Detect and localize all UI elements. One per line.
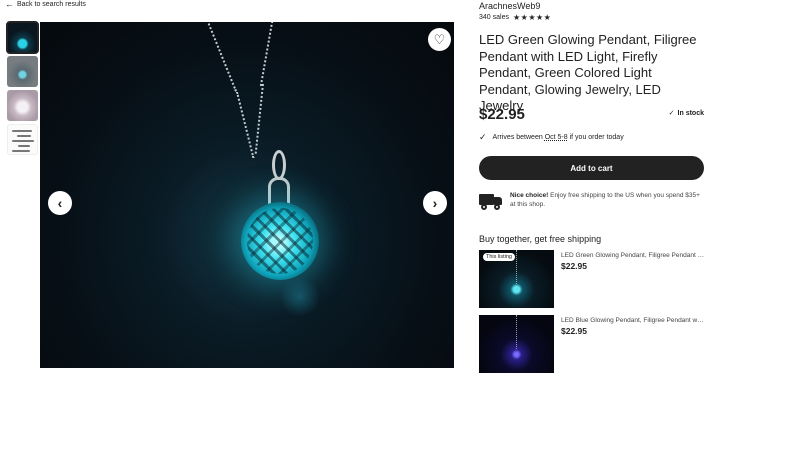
thumbnail-2[interactable] [7, 56, 38, 87]
thumbnail-4[interactable] [7, 124, 38, 155]
arrives-date[interactable]: Oct 5-8 [545, 134, 568, 141]
shop-name[interactable]: ArachnesWeb9 [479, 1, 540, 11]
thumbnail-1[interactable] [6, 21, 39, 54]
stock-label: In stock [677, 109, 704, 117]
free-shipping-notice: Nice choice! Enjoy free shipping to the … [479, 191, 707, 210]
this-listing-badge: This listing [483, 253, 515, 261]
product-title: LED Green Glowing Pendant, Filigree Pend… [479, 32, 697, 113]
chevron-right-icon: › [432, 195, 438, 211]
bundle-item-title[interactable]: LED Green Glowing Pendant, Filigree Pend… [561, 252, 705, 259]
chain-left [205, 22, 237, 92]
main-product-image [40, 22, 454, 368]
arrow-left-icon: ← [5, 0, 14, 9]
delivery-text: Arrives between Oct 5-8 if you order tod… [493, 134, 624, 141]
bundle-item-price: $22.95 [561, 326, 587, 336]
shipping-text: Nice choice! Enjoy free shipping to the … [510, 191, 707, 210]
chevron-left-icon: ‹ [57, 195, 63, 211]
chain-right-lower [254, 83, 264, 154]
bundle-item-image[interactable]: This listing [479, 250, 554, 308]
glow-spot [280, 277, 320, 317]
shipping-bold: Nice choice! [510, 192, 549, 199]
product-price: $22.95 [479, 106, 525, 123]
glowing-pendant [241, 202, 319, 280]
arrives-suffix: if you order today [569, 134, 624, 141]
bundle-item-image[interactable] [479, 315, 554, 373]
back-to-search-link[interactable]: ← Back to search results [5, 0, 86, 9]
stock-status: ✓ In stock [668, 109, 704, 118]
bundle-heading: Buy together, get free shipping [479, 234, 602, 244]
bundle-item-title[interactable]: LED Blue Glowing Pendant, Filigree Penda… [561, 317, 705, 324]
check-icon: ✓ [479, 132, 487, 142]
pendant-ring [272, 150, 286, 180]
bundle-item: LED Blue Glowing Pendant, Filigree Penda… [479, 315, 707, 373]
sales-count: 340 sales [479, 14, 509, 21]
truck-icon [479, 192, 503, 210]
thumbnail-3[interactable] [7, 90, 38, 121]
chain-left-lower [236, 91, 255, 159]
delivery-estimate: ✓ Arrives between Oct 5-8 if you order t… [479, 132, 624, 143]
add-to-cart-button[interactable]: Add to cart [479, 156, 704, 180]
next-image-button[interactable]: › [423, 191, 447, 215]
previous-image-button[interactable]: ‹ [48, 191, 72, 215]
bundle-item-price: $22.95 [561, 261, 587, 271]
bundle-item: This listing LED Green Glowing Pendant, … [479, 250, 707, 308]
back-link-label: Back to search results [17, 1, 86, 8]
check-icon: ✓ [668, 110, 675, 117]
heart-icon: ♡ [433, 31, 446, 47]
sales-rating-row: 340 sales ★★★★★ [479, 13, 551, 22]
chain-right [259, 22, 274, 87]
thumbnail-strip [6, 21, 39, 158]
arrives-prefix: Arrives between [492, 134, 543, 141]
star-rating[interactable]: ★★★★★ [513, 13, 551, 22]
favorite-button[interactable]: ♡ [428, 28, 451, 51]
